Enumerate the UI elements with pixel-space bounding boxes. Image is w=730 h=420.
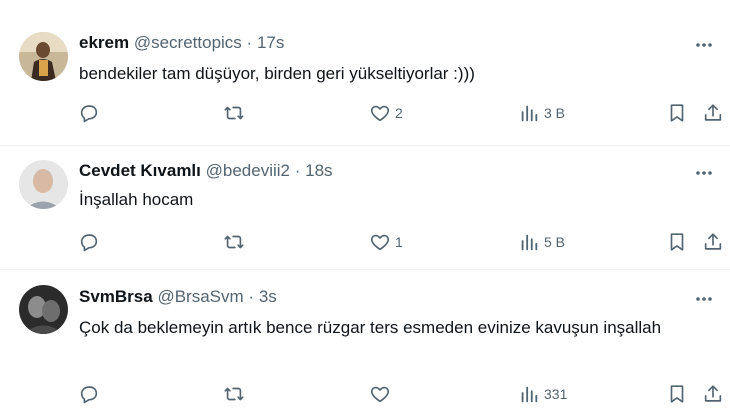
analytics-icon (521, 105, 538, 122)
tweet-header: ekrem @secrettopics · 17s (79, 32, 284, 54)
reply-button[interactable] (78, 229, 104, 255)
retweet-button[interactable] (223, 229, 249, 255)
share-icon (704, 233, 722, 250)
like-count: 1 (395, 234, 403, 250)
tweet-actions: 2 3 B (78, 100, 728, 126)
more-button[interactable] (692, 287, 716, 311)
tweet-text: İnşallah hocam (79, 190, 194, 209)
tweet-text: bendekiler tam düşüyor, birden geri yüks… (79, 64, 475, 83)
bookmark-icon (670, 233, 684, 251)
bookmark-button[interactable] (666, 381, 688, 407)
analytics-icon (521, 234, 538, 251)
share-button[interactable] (702, 100, 724, 126)
bookmark-button[interactable] (666, 229, 688, 255)
user-handle[interactable]: @bedeviii2 (206, 161, 290, 180)
separator: · (246, 33, 253, 52)
heart-icon (370, 386, 390, 403)
separator: · (294, 161, 301, 180)
tweet-header: Cevdet Kıvamlı @bedeviii2 · 18s (79, 160, 333, 182)
share-icon (704, 385, 722, 402)
timestamp[interactable]: 3s (259, 287, 277, 306)
avatar[interactable] (19, 285, 68, 334)
retweet-icon (224, 106, 244, 120)
more-icon (696, 43, 712, 47)
retweet-button[interactable] (223, 381, 249, 407)
analytics-icon (521, 386, 538, 403)
views-button[interactable]: 3 B (518, 100, 565, 126)
tweet[interactable]: SvmBrsa @BrsaSvm · 3s Çok da beklemeyin … (0, 271, 730, 420)
like-button[interactable]: 2 (369, 100, 403, 126)
timestamp[interactable]: 17s (257, 33, 284, 52)
avatar[interactable] (19, 160, 68, 209)
user-name[interactable]: SvmBrsa (79, 287, 153, 306)
user-handle[interactable]: @BrsaSvm (157, 287, 243, 306)
more-button[interactable] (692, 161, 716, 185)
tweet[interactable]: Cevdet Kıvamlı @bedeviii2 · 18s İnşallah… (0, 147, 730, 270)
share-button[interactable] (702, 381, 724, 407)
heart-icon (370, 105, 390, 122)
retweet-button[interactable] (223, 100, 249, 126)
avatar[interactable] (19, 32, 68, 81)
reply-button[interactable] (78, 100, 104, 126)
share-button[interactable] (702, 229, 724, 255)
bookmark-icon (670, 104, 684, 122)
reply-icon (80, 386, 98, 404)
more-icon (696, 297, 712, 301)
view-count: 331 (544, 386, 568, 402)
user-name[interactable]: Cevdet Kıvamlı (79, 161, 201, 180)
separator: · (248, 287, 255, 306)
like-count: 2 (395, 105, 403, 121)
retweet-icon (224, 235, 244, 249)
reply-icon (80, 105, 98, 123)
view-count: 3 B (544, 105, 566, 121)
bookmark-icon (670, 385, 684, 403)
tweet-header: SvmBrsa @BrsaSvm · 3s (79, 286, 277, 308)
like-button[interactable]: 1 (369, 229, 403, 255)
reply-button[interactable] (78, 381, 104, 407)
user-handle[interactable]: @secrettopics (134, 33, 242, 52)
user-name[interactable]: ekrem (79, 33, 129, 52)
view-count: 5 B (544, 234, 566, 250)
bookmark-button[interactable] (666, 100, 688, 126)
more-button[interactable] (692, 33, 716, 57)
like-button[interactable] (369, 381, 395, 407)
reply-icon (80, 234, 98, 252)
tweet[interactable]: ekrem @secrettopics · 17s bendekiler tam… (0, 0, 730, 146)
share-icon (704, 104, 722, 121)
retweet-icon (224, 387, 244, 401)
tweet-text: Çok da beklemeyin artık bence rüzgar ter… (79, 318, 662, 337)
heart-icon (370, 234, 390, 251)
views-button[interactable]: 5 B (518, 229, 565, 255)
tweet-actions: 331 (78, 381, 728, 407)
timestamp[interactable]: 18s (305, 161, 332, 180)
more-icon (696, 171, 712, 175)
tweet-actions: 1 5 B (78, 229, 728, 255)
views-button[interactable]: 331 (518, 381, 567, 407)
